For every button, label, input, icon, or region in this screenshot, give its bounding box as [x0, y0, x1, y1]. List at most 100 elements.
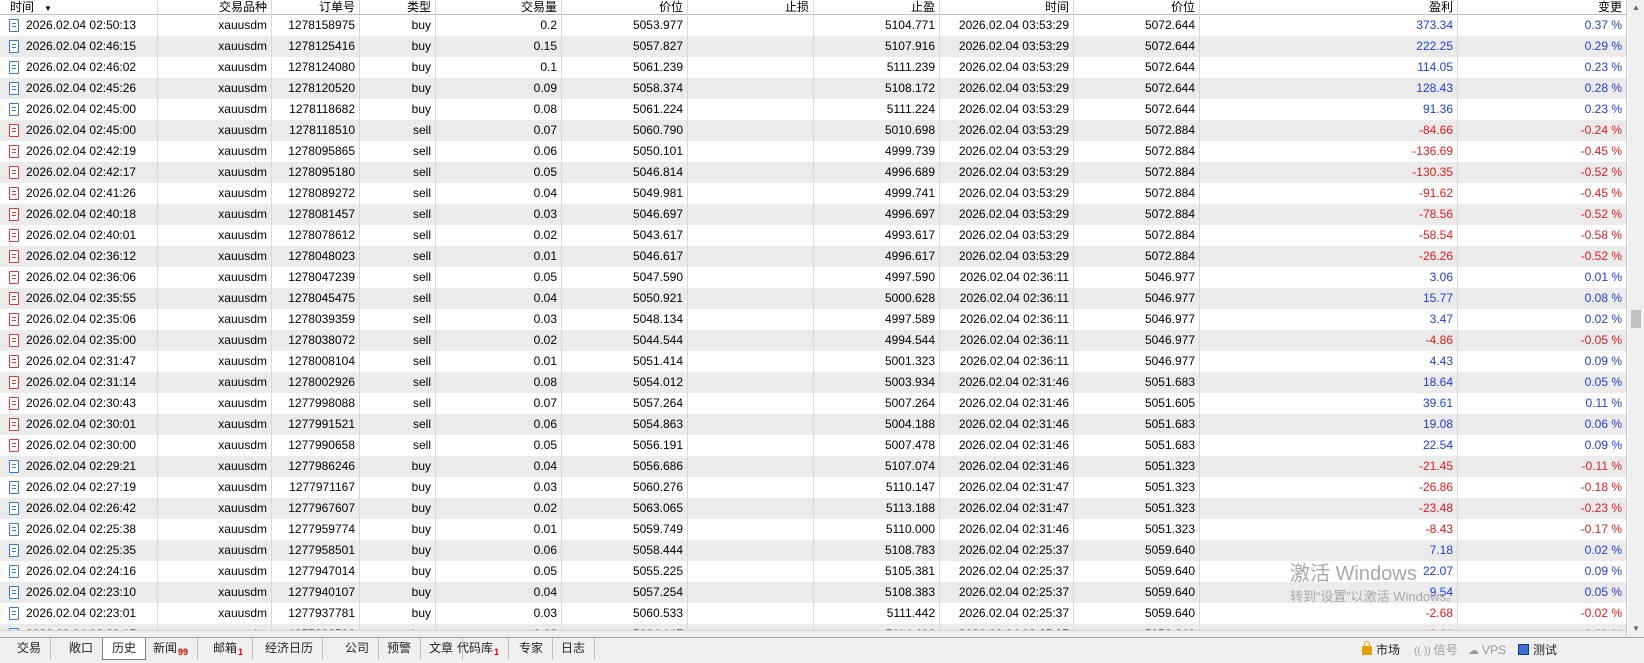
table-row[interactable]: 2026.02.04 02:25:38 xauusdm 1277959774 buy 0…	[0, 519, 1626, 540]
table-row[interactable]: 2026.02.04 02:42:17 xauusdm 1278095180 sell…	[0, 162, 1626, 183]
tab-9[interactable]: 代码库1	[448, 638, 510, 660]
table-row[interactable]: 2026.02.04 02:27:19 xauusdm 1277971167 buy 0…	[0, 477, 1626, 498]
cell-sl	[688, 393, 814, 414]
cell-vol: 0.07	[436, 393, 562, 414]
cell-t: 2026.02.04 02:26:42	[0, 498, 158, 519]
cell-text: 2026.02.04 02:31:46	[958, 396, 1069, 410]
table-row[interactable]: 2026.02.04 02:35:06 xauusdm 1278039359 sell…	[0, 309, 1626, 330]
cell-text: 0.06	[533, 144, 557, 158]
cell-chg: -0.17 %	[1458, 519, 1626, 540]
cell-t2: 2026.02.04 02:36:11	[940, 288, 1074, 309]
cell-text: 4997.590	[884, 270, 935, 284]
column-header-8[interactable]: 时间	[940, 0, 1074, 15]
tab-label: 代码库	[457, 641, 494, 655]
table-row[interactable]: 2026.02.04 02:45:26 xauusdm 1278120520 buy 0…	[0, 78, 1626, 99]
trade-history-window: 时间 ▼ 交易品种 订单号 类型 交易量 价位 止损 止盈 时间 价位 盈利 变更 2026.02.04…	[0, 0, 1644, 663]
table-row[interactable]: 2026.02.04 02:29:21 xauusdm 1277986246 buy 0…	[0, 456, 1626, 477]
cell-tp: 4996.617	[814, 246, 940, 267]
table-row[interactable]: 2026.02.04 02:25:35 xauusdm 1277958501 buy 0…	[0, 540, 1626, 561]
cell-pl: 19.08	[1200, 414, 1458, 435]
column-header-5[interactable]: 价位	[562, 0, 688, 15]
tab-7[interactable]: 预警	[378, 638, 422, 660]
cell-text: sell	[412, 270, 431, 284]
table-row[interactable]: 2026.02.04 02:31:47 xauusdm 1278008104 sell…	[0, 351, 1626, 372]
cell-text: 2026.02.04 02:26:42	[26, 501, 137, 515]
table-row[interactable]: 2026.02.04 02:40:01 xauusdm 1278078612 sell…	[0, 225, 1626, 246]
cell-text: xauusdm	[218, 123, 267, 137]
tab-5[interactable]: 经济日历	[256, 638, 324, 660]
cell-p2: 5051.683	[1074, 414, 1200, 435]
cell-text: -0.17 %	[1580, 522, 1622, 536]
column-header-9[interactable]: 价位	[1074, 0, 1200, 15]
table-row[interactable]: 2026.02.04 02:45:00 xauusdm 1278118510 sell…	[0, 120, 1626, 141]
cell-price: 5054.012	[562, 372, 688, 393]
scroll-up-icon[interactable]: ▲	[1628, 0, 1644, 16]
cell-type: sell	[360, 372, 436, 393]
deal-doc-icon	[9, 124, 19, 137]
cell-pl: -26.26	[1200, 246, 1458, 267]
cell-text: 0.08 %	[1584, 291, 1622, 305]
tab-2[interactable]: 历史	[102, 638, 147, 660]
column-header-4[interactable]: 交易量	[436, 0, 562, 15]
cell-text: 19.08	[1422, 417, 1453, 431]
deal-doc-icon	[9, 523, 19, 536]
column-header-0[interactable]: 时间 ▼	[0, 0, 158, 15]
table-row[interactable]: 2026.02.04 02:45:00 xauusdm 1278118682 buy 0…	[0, 99, 1626, 120]
scroll-down-icon[interactable]: ▼	[1628, 621, 1644, 637]
cell-chg: -0.18 %	[1458, 477, 1626, 498]
tab-3[interactable]: 新闻99	[144, 638, 199, 660]
scroll-thumb[interactable]	[1631, 310, 1641, 328]
vps-status[interactable]: ☁ VPS	[1468, 640, 1506, 660]
table-row[interactable]: 2026.02.04 02:35:00 xauusdm 1278038072 sell…	[0, 330, 1626, 351]
column-header-10[interactable]: 盈利	[1200, 0, 1458, 15]
table-row[interactable]: 2026.02.04 02:23:01 xauusdm 1277937781 buy 0…	[0, 603, 1626, 624]
tab-6[interactable]: 公司	[336, 638, 380, 660]
table-row[interactable]: 2026.02.04 02:40:18 xauusdm 1278081457 sell…	[0, 204, 1626, 225]
cell-text: 1278002926	[288, 375, 355, 389]
column-header-7[interactable]: 止盈	[814, 0, 940, 15]
tab-4[interactable]: 邮箱1	[204, 638, 254, 660]
vertical-scrollbar[interactable]: ▲ ▼	[1628, 0, 1644, 637]
column-header-6[interactable]: 止损	[688, 0, 814, 15]
column-header-2[interactable]: 订单号	[272, 0, 360, 15]
deal-doc-icon	[9, 586, 19, 599]
table-row[interactable]: 2026.02.04 02:36:12 xauusdm 1278048023 sell…	[0, 246, 1626, 267]
table-row[interactable]: 2026.02.04 02:23:10 xauusdm 1277940107 buy 0…	[0, 582, 1626, 603]
tab-0[interactable]: 交易	[8, 638, 52, 660]
column-header-11[interactable]: 变更	[1458, 0, 1626, 15]
cell-text: 0.09 %	[1584, 564, 1622, 578]
table-row[interactable]: 2026.02.04 02:36:06 xauusdm 1278047239 sell…	[0, 267, 1626, 288]
table-row[interactable]: 2026.02.04 02:30:00 xauusdm 1277990658 sell…	[0, 435, 1626, 456]
table-row[interactable]: 2026.02.04 02:46:02 xauusdm 1278124080 buy 0…	[0, 57, 1626, 78]
cell-text: -0.02 %	[1580, 606, 1622, 620]
table-row[interactable]: 2026.02.04 02:26:42 xauusdm 1277967607 buy 0…	[0, 498, 1626, 519]
cell-sym: xauusdm	[158, 372, 272, 393]
table-row[interactable]: 2026.02.04 02:46:15 xauusdm 1278125416 buy 0…	[0, 36, 1626, 57]
tab-11[interactable]: 日志	[552, 638, 596, 660]
table-row[interactable]: 2026.02.04 02:42:19 xauusdm 1278095865 sell…	[0, 141, 1626, 162]
table-row[interactable]: 2026.02.04 02:31:14 xauusdm 1278002926 sell…	[0, 372, 1626, 393]
signals-status[interactable]: ((·)) 信号	[1414, 640, 1458, 660]
cell-t: 2026.02.04 02:45:26	[0, 78, 158, 99]
tab-10[interactable]: 专家	[510, 638, 554, 660]
horizontal-scrollbar[interactable]	[0, 630, 1626, 637]
cell-price: 5044.544	[562, 330, 688, 351]
cell-p2: 5051.323	[1074, 456, 1200, 477]
tab-1[interactable]: 敞口	[60, 638, 104, 660]
table-row[interactable]: 2026.02.04 02:24:16 xauusdm 1277947014 buy 0…	[0, 561, 1626, 582]
table-row[interactable]: 2026.02.04 02:30:01 xauusdm 1277991521 sell…	[0, 414, 1626, 435]
cell-text: 1278118510	[289, 123, 355, 137]
market-status[interactable]: 市场	[1362, 640, 1400, 660]
column-header-1[interactable]: 交易品种	[158, 0, 272, 15]
table-row[interactable]: 2026.02.04 02:30:43 xauusdm 1277998088 sell…	[0, 393, 1626, 414]
tester-status[interactable]: 测试	[1518, 640, 1557, 660]
column-header-3[interactable]: 类型	[360, 0, 436, 15]
cell-text: 2026.02.04 02:31:46	[958, 375, 1069, 389]
table-row[interactable]: 2026.02.04 02:35:55 xauusdm 1278045475 sell…	[0, 288, 1626, 309]
table-row[interactable]: 2026.02.04 02:50:13 xauusdm 1278158975 buy 0…	[0, 15, 1626, 36]
table-row[interactable]: 2026.02.04 02:41:26 xauusdm 1278089272 sell…	[0, 183, 1626, 204]
cell-vol: 0.06	[436, 414, 562, 435]
cell-price: 5063.065	[562, 498, 688, 519]
cell-text: 2026.02.04 03:53:29	[958, 39, 1069, 53]
cell-pl: -23.48	[1200, 498, 1458, 519]
